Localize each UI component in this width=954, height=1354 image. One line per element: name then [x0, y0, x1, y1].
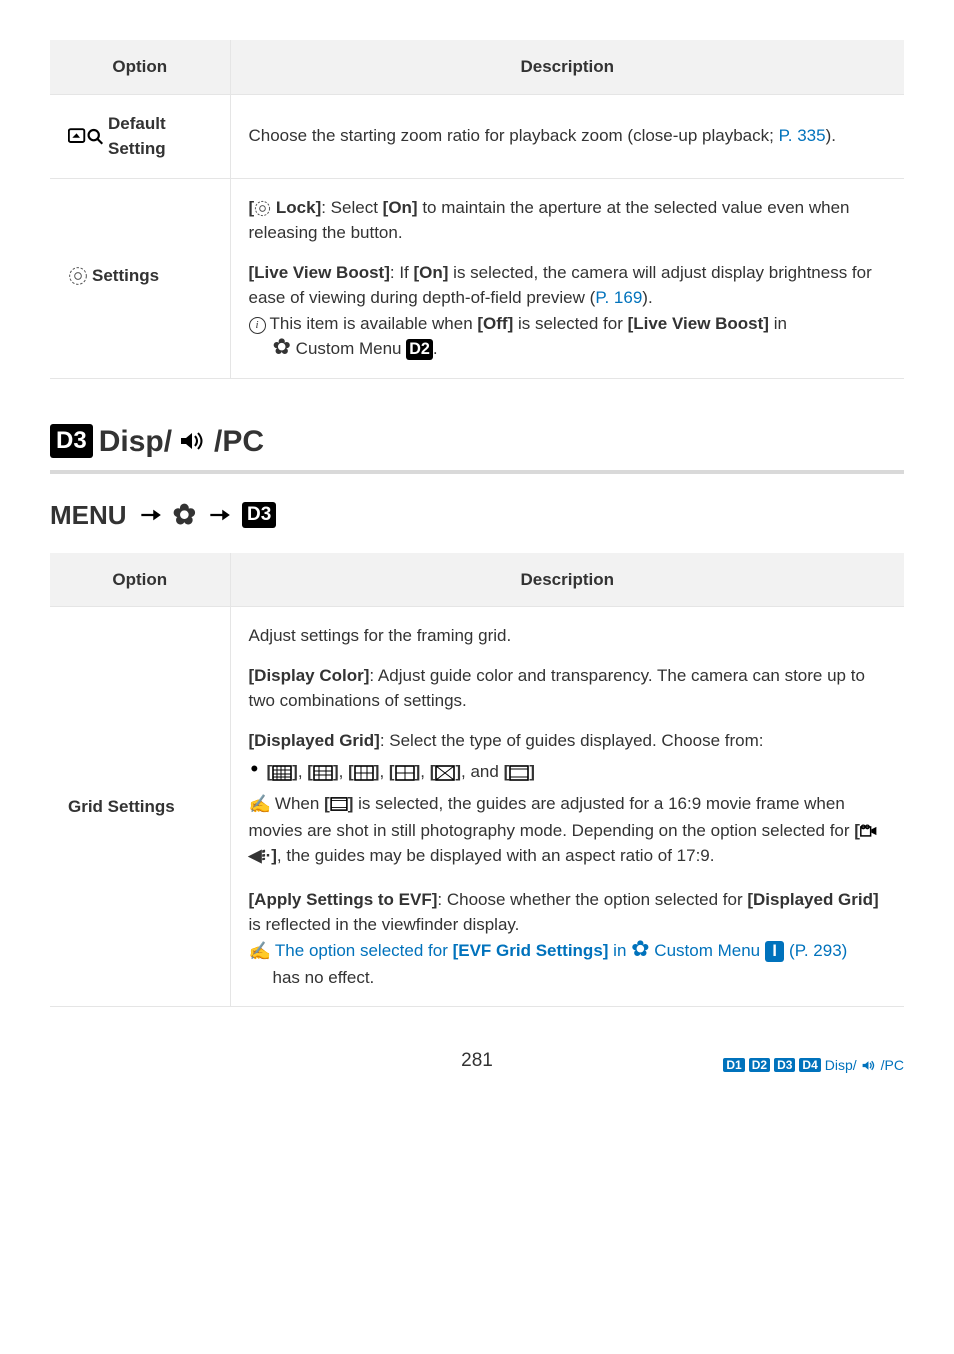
- menu-label: MENU: [50, 496, 127, 535]
- hint-icon: ✍: [249, 941, 271, 961]
- settings-table-2: Option Description Grid Settings Adjust …: [50, 553, 904, 1008]
- d2-badge: D2: [749, 1058, 770, 1072]
- d2-badge: D2: [406, 339, 433, 360]
- table-row: Grid Settings Adjust settings for the fr…: [50, 607, 904, 1007]
- description-text: Choose the starting zoom ratio for playb…: [249, 123, 887, 149]
- aperture-icon: [68, 266, 88, 286]
- arrow-right-icon: [206, 502, 232, 528]
- grid-cross-icon: [395, 765, 415, 781]
- d1-badge: D1: [723, 1058, 744, 1072]
- page-link-169[interactable]: P. 169: [595, 288, 642, 307]
- live-view-boost-description: [Live View Boost]: If [On] is selected, …: [249, 260, 887, 362]
- option-label: Grid Settings: [50, 607, 230, 1007]
- grid-diagonal-icon: [435, 765, 455, 781]
- i-badge: I: [765, 941, 785, 962]
- grid-movie-icon: [330, 797, 348, 811]
- arrow-right-icon: [137, 502, 163, 528]
- d3-badge: D3: [774, 1058, 795, 1072]
- col-description-header: Description: [230, 40, 904, 94]
- displayed-grid-desc: [Displayed Grid]: Select the type of gui…: [249, 728, 887, 869]
- option-label: Default Setting: [108, 111, 212, 162]
- playback-zoom-icon: [68, 127, 104, 145]
- grid-4x3-icon: [313, 765, 333, 781]
- table-row: Settings [ Lock]: Select [On] to maintai…: [50, 178, 904, 378]
- grid-intro: Adjust settings for the framing grid.: [249, 623, 887, 649]
- gear-icon: ✿: [631, 936, 649, 961]
- d3-badge: D3: [50, 424, 93, 459]
- breadcrumb: D1 D2 D3 D4 Disp//PC: [723, 1055, 904, 1076]
- aperture-icon: [254, 200, 271, 217]
- display-color-desc: [Display Color]: Adjust guide color and …: [249, 663, 887, 714]
- gear-icon: ✿: [273, 334, 291, 359]
- settings-table-1: Option Description: [50, 40, 904, 379]
- section-heading: D3 Disp//PC: [50, 419, 904, 464]
- menu-path: MENU ✿ D3: [50, 496, 904, 535]
- grid-movie-icon: [509, 765, 529, 781]
- info-icon: i: [249, 317, 266, 334]
- table-row: Default Setting Choose the starting zoom…: [50, 94, 904, 178]
- page-link-335[interactable]: P. 335: [779, 126, 826, 145]
- d4-badge: D4: [799, 1058, 820, 1072]
- grid-options-list: [], [], [], [], [], and []: [249, 759, 887, 785]
- grid-3x3-icon: [354, 765, 374, 781]
- option-label: Settings: [92, 263, 159, 289]
- sound-icon: [178, 428, 208, 454]
- d3-badge: D3: [242, 502, 276, 529]
- apply-evf-desc: [Apply Settings to EVF]: Choose whether …: [249, 887, 887, 991]
- col-option-header: Option: [50, 40, 230, 94]
- hint-icon: ✍: [249, 794, 271, 814]
- col-description-header: Description: [230, 553, 904, 607]
- lock-description: [ Lock]: Select [On] to maintain the ape…: [249, 195, 887, 246]
- movie-quality-icon: [860, 824, 878, 838]
- sound-icon: [861, 1059, 877, 1072]
- gear-icon: ✿: [173, 501, 196, 529]
- col-option-header: Option: [50, 553, 230, 607]
- grid-5x5-icon: [272, 765, 292, 781]
- quality-diamond-icon: ◀: [249, 846, 262, 865]
